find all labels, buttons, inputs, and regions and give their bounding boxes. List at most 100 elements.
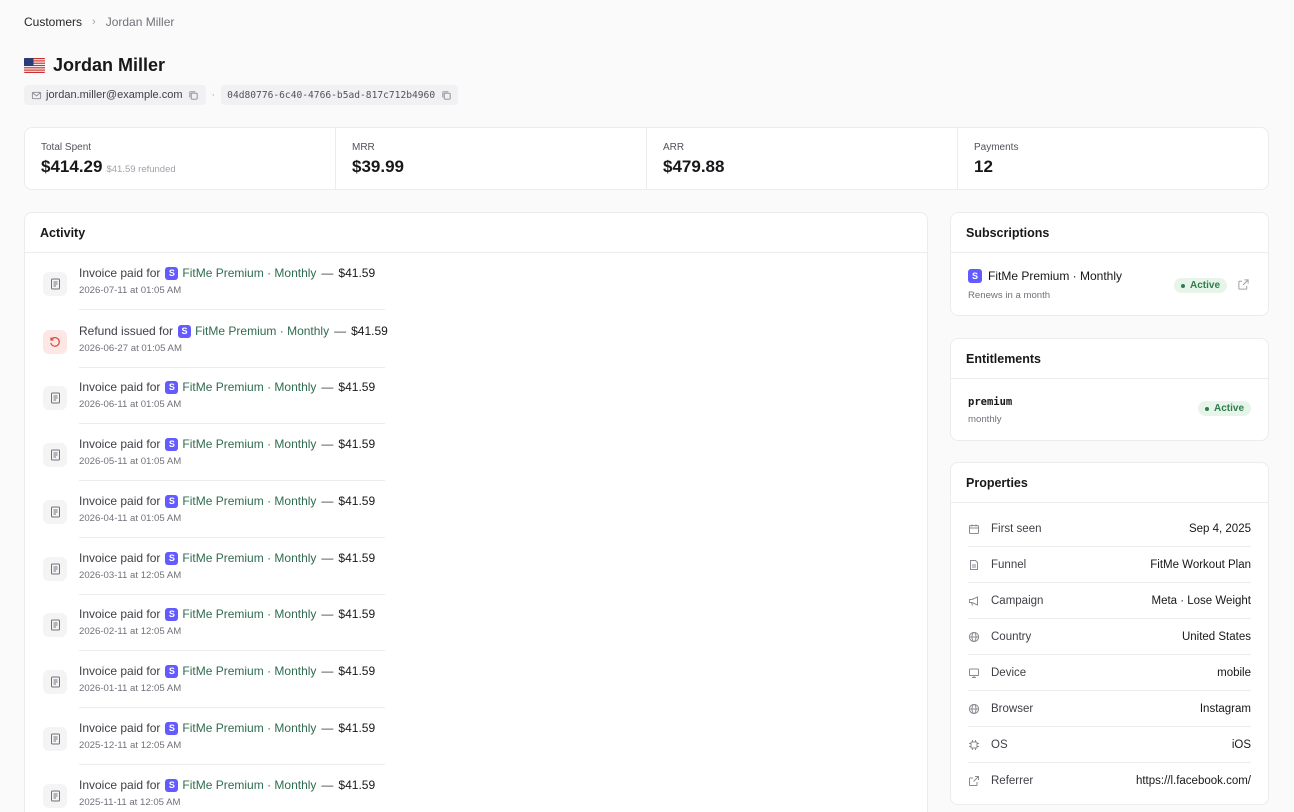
activity-amount: $41.59 xyxy=(338,607,376,621)
activity-item: Invoice paid for S FitMe Premium · Monthly… xyxy=(25,264,425,321)
stat-payments: Payments 12 xyxy=(958,128,1268,189)
plan-link[interactable]: FitMe Premium · Monthly xyxy=(182,607,316,621)
property-label: Funnel xyxy=(991,558,1027,571)
stat-label: MRR xyxy=(352,142,375,153)
stat-label: Payments xyxy=(974,142,1019,153)
stat-arr: ARR $479.88 xyxy=(647,128,958,189)
external-link-icon[interactable] xyxy=(1237,278,1251,292)
property-row-campaign: Campaign Meta · Lose Weight xyxy=(968,583,1251,619)
status-label: Active xyxy=(1213,403,1244,414)
stripe-icon: S xyxy=(165,380,179,394)
copy-email-icon[interactable] xyxy=(188,89,200,101)
activity-divider xyxy=(79,537,385,538)
property-row-os: OS iOS xyxy=(968,727,1251,763)
activity-description: Refund issued for S FitMe Premium · Monthl… xyxy=(79,322,388,340)
refund-icon xyxy=(43,330,67,354)
subscription-name: S FitMe Premium · Monthly xyxy=(968,269,1122,283)
plan-link[interactable]: FitMe Premium · Monthly xyxy=(195,324,329,338)
copy-id-icon[interactable] xyxy=(440,89,452,101)
activity-title: Activity xyxy=(25,213,927,253)
status-badge: Active xyxy=(1173,278,1227,293)
activity-amount: $41.59 xyxy=(338,380,376,394)
plan-link[interactable]: FitMe Premium · Monthly xyxy=(182,494,316,508)
property-row-funnel: Funnel FitMe Workout Plan xyxy=(968,547,1251,583)
activity-description: Invoice paid for S FitMe Premium · Monthly… xyxy=(79,549,375,567)
dash-separator: — xyxy=(334,324,347,338)
payments-value: 12 xyxy=(974,157,993,176)
plan-link[interactable]: FitMe Premium · Monthly xyxy=(182,551,316,565)
property-value: mobile xyxy=(1217,666,1251,679)
activity-timestamp: 2026-06-11 at 01:05 AM xyxy=(79,399,182,410)
property-value[interactable]: https://l.facebook.com/ xyxy=(1136,775,1251,787)
property-label: Device xyxy=(991,666,1027,679)
stripe-icon: S xyxy=(165,494,179,508)
plan-link[interactable]: FitMe Premium · Monthly xyxy=(182,437,316,451)
activity-amount: $41.59 xyxy=(338,778,376,792)
activity-timestamp: 2026-03-11 at 12:05 AM xyxy=(79,570,182,581)
invoice-icon xyxy=(43,613,67,637)
status-badge: Active xyxy=(1197,401,1251,416)
activity-timestamp: 2025-12-11 at 12:05 AM xyxy=(79,740,182,751)
stat-value: $414.29 $41.59 refunded xyxy=(41,157,319,177)
customer-id-chip: 04d80776-6c40-4766-b5ad-817c712b4960 xyxy=(221,85,459,105)
property-label: Campaign xyxy=(991,594,1044,607)
invoice-icon xyxy=(43,670,67,694)
separator-dot: · xyxy=(211,89,216,101)
stripe-icon: S xyxy=(165,721,179,735)
mail-icon xyxy=(30,89,42,101)
activity-divider xyxy=(79,423,385,424)
invoice-icon xyxy=(43,784,67,808)
globe-icon xyxy=(968,631,980,643)
entitlement-key: premium xyxy=(968,396,1013,408)
activity-amount: $41.59 xyxy=(338,437,376,451)
activity-description: Invoice paid for S FitMe Premium · Monthly… xyxy=(79,264,375,282)
activity-text: Invoice paid for xyxy=(79,494,161,508)
plan-link[interactable]: FitMe Premium · Monthly xyxy=(182,664,316,678)
properties-title: Properties xyxy=(951,463,1268,503)
plan-link[interactable]: FitMe Premium · Monthly xyxy=(182,380,316,394)
invoice-icon xyxy=(43,443,67,467)
subscription-renewal: Renews in a month xyxy=(968,290,1051,301)
activity-item: Invoice paid for S FitMe Premium · Monthly… xyxy=(25,549,425,606)
activity-text: Invoice paid for xyxy=(79,266,161,280)
activity-amount: $41.59 xyxy=(338,266,376,280)
entitlement-row: premium monthly Active xyxy=(951,379,1268,440)
property-value: FitMe Workout Plan xyxy=(1150,558,1251,571)
property-row-device: Device mobile xyxy=(968,655,1251,691)
property-value: United States xyxy=(1181,630,1251,643)
activity-item: Invoice paid for S FitMe Premium · Monthly… xyxy=(25,605,425,662)
plan-link[interactable]: FitMe Premium · Monthly xyxy=(182,721,316,735)
activity-amount: $41.59 xyxy=(338,721,376,735)
breadcrumb-customers-link[interactable]: Customers xyxy=(24,15,82,29)
activity-description: Invoice paid for S FitMe Premium · Monthly… xyxy=(79,662,375,680)
arr-value: $479.88 xyxy=(663,157,725,176)
subscription-row[interactable]: S FitMe Premium · Monthly Renews in a mo… xyxy=(951,253,1268,315)
chevron-right-icon: › xyxy=(92,16,96,28)
customer-email: jordan.miller@example.com xyxy=(46,89,183,101)
plan-link[interactable]: FitMe Premium · Monthly xyxy=(182,778,316,792)
activity-divider xyxy=(79,650,385,651)
activity-description: Invoice paid for S FitMe Premium · Monthly… xyxy=(79,378,375,396)
stat-mrr: MRR $39.99 xyxy=(336,128,647,189)
activity-timestamp: 2026-05-11 at 01:05 AM xyxy=(79,456,182,467)
mrr-value: $39.99 xyxy=(352,157,404,176)
property-label: Browser xyxy=(991,702,1034,715)
activity-item: Invoice paid for S FitMe Premium · Monthly… xyxy=(25,492,425,549)
property-label: OS xyxy=(991,738,1008,751)
property-row-browser: Browser Instagram xyxy=(968,691,1251,727)
activity-amount: $41.59 xyxy=(338,551,376,565)
breadcrumb: Customers › Jordan Miller xyxy=(24,15,174,29)
dash-separator: — xyxy=(321,380,334,394)
plan-link[interactable]: FitMe Premium · Monthly xyxy=(182,266,316,280)
dash-separator: — xyxy=(321,266,334,280)
property-label: Country xyxy=(991,630,1032,643)
activity-item: Invoice paid for S FitMe Premium · Monthly… xyxy=(25,378,425,435)
stat-total-spent: Total Spent $414.29 $41.59 refunded xyxy=(25,128,336,189)
stats-bar: Total Spent $414.29 $41.59 refunded MRR $… xyxy=(24,127,1269,190)
stripe-icon: S xyxy=(165,778,179,792)
activity-item: Invoice paid for S FitMe Premium · Monthly… xyxy=(25,719,425,776)
status-label: Active xyxy=(1189,280,1220,291)
properties-list: First seen Sep 4, 2025 Funnel FitMe Workout… xyxy=(951,503,1268,799)
stripe-icon: S xyxy=(968,269,982,283)
property-row-first-seen: First seen Sep 4, 2025 xyxy=(968,511,1251,547)
